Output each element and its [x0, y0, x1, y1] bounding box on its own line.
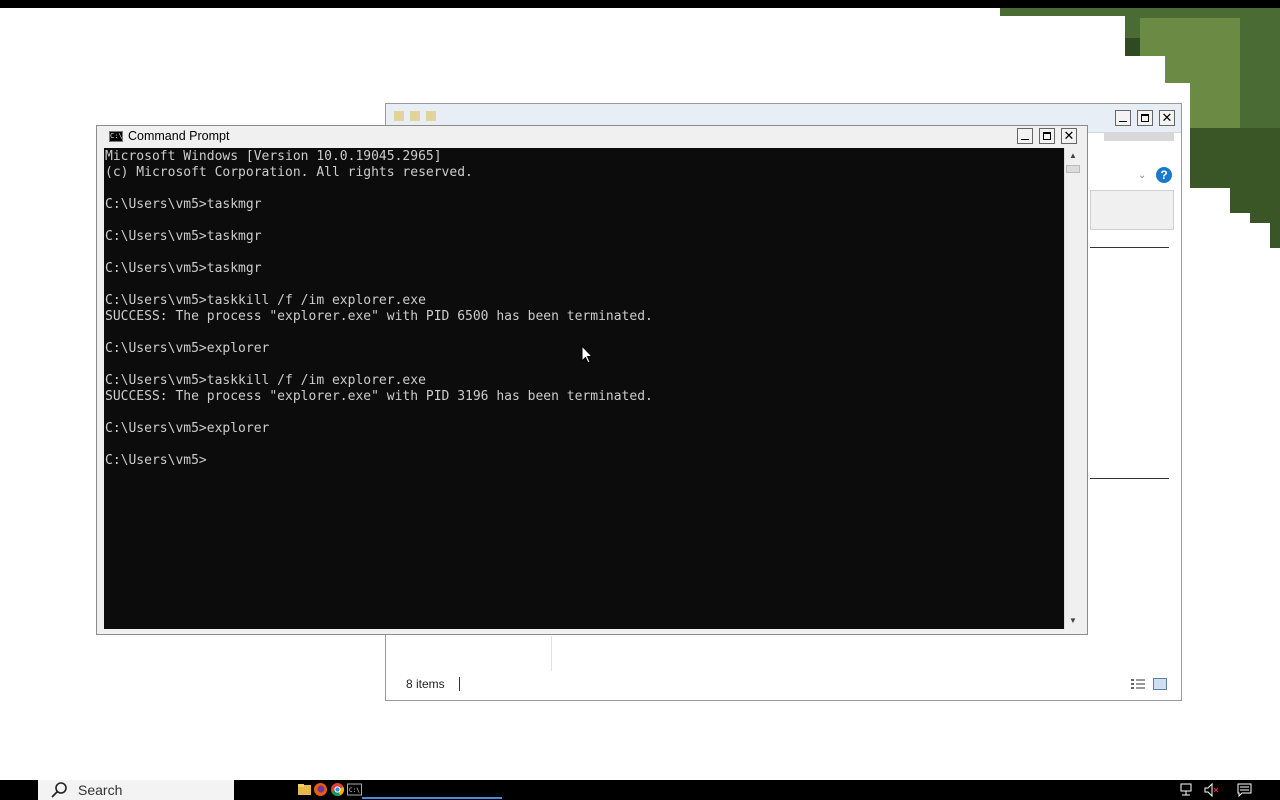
console-text[interactable]: Microsoft Windows [Version 10.0.19045.29… — [104, 148, 1064, 469]
command-prompt-icon[interactable]: C:\ — [347, 782, 362, 797]
explorer-divider — [1090, 247, 1169, 248]
notifications-icon[interactable] — [1237, 783, 1252, 797]
search-label: Search — [78, 782, 123, 798]
cmd-close-button[interactable]: ✕ — [1061, 128, 1077, 144]
firefox-icon[interactable] — [313, 782, 328, 797]
cmd-minimize-button[interactable] — [1017, 128, 1033, 144]
console-line: C:\Users\vm5>taskmgr — [105, 229, 262, 244]
cmd-maximize-button[interactable] — [1039, 128, 1055, 144]
console-line: C:\Users\vm5>explorer — [105, 421, 270, 436]
chevron-down-icon[interactable]: ⌄ — [1138, 170, 1146, 181]
details-view-icon[interactable] — [1131, 679, 1145, 690]
console-line: C:\Users\vm5>taskmgr — [105, 197, 262, 212]
window-title: Command Prompt — [128, 129, 230, 143]
mouse-cursor-icon — [581, 345, 593, 364]
console-line: Microsoft Windows [Version 10.0.19045.29… — [105, 149, 442, 164]
start-button[interactable] — [0, 780, 38, 800]
item-count: 8 items — [406, 677, 445, 691]
network-icon[interactable] — [1180, 783, 1195, 797]
explorer-pane-splitter[interactable] — [551, 636, 552, 671]
explorer-search-box[interactable] — [1090, 190, 1174, 230]
console-line: C:\Users\vm5>taskkill /f /im explorer.ex… — [105, 373, 426, 388]
taskbar-search-box[interactable]: Search — [38, 780, 234, 800]
volume-muted-icon[interactable] — [1204, 783, 1219, 797]
folder-icon — [394, 111, 404, 121]
active-window-indicator — [362, 797, 502, 799]
svg-text:C:\: C:\ — [349, 787, 360, 794]
console-line: C:\Users\vm5>taskmgr — [105, 261, 262, 276]
large-icons-view-icon[interactable] — [1153, 678, 1167, 690]
console-line: C:\Users\vm5> — [105, 453, 207, 468]
explorer-ribbon-tab[interactable] — [1104, 132, 1174, 141]
new-folder-icon — [426, 111, 436, 121]
console-line: (c) Microsoft Corporation. All rights re… — [105, 165, 473, 180]
explorer-status-bar: 8 items — [386, 670, 1181, 700]
console-line: SUCCESS: The process "explorer.exe" with… — [105, 389, 653, 404]
scroll-down-arrow-icon[interactable]: ▼ — [1065, 613, 1081, 629]
cmd-app-icon[interactable]: C:\ — [109, 131, 123, 142]
explorer-quick-access-toolbar — [394, 111, 436, 121]
screen-top-bar — [0, 0, 1280, 8]
explorer-minimize-button[interactable] — [1115, 110, 1131, 126]
console-line: C:\Users\vm5>taskkill /f /im explorer.ex… — [105, 293, 426, 308]
taskbar-spacer — [234, 780, 294, 800]
taskbar: Search C:\ — [0, 780, 1280, 800]
chrome-icon[interactable] — [330, 782, 345, 797]
explorer-maximize-button[interactable] — [1137, 110, 1153, 126]
console-line: SUCCESS: The process "explorer.exe" with… — [105, 309, 653, 324]
console-scrollbar[interactable]: ▲ ▼ — [1064, 148, 1081, 629]
console-output[interactable]: Microsoft Windows [Version 10.0.19045.29… — [104, 148, 1064, 629]
search-icon — [51, 782, 67, 798]
scroll-up-arrow-icon[interactable]: ▲ — [1065, 148, 1081, 164]
status-separator — [459, 677, 460, 691]
properties-icon — [410, 111, 420, 121]
command-prompt-window[interactable]: C:\ Command Prompt ✕ Microsoft Windows [… — [96, 125, 1088, 635]
explorer-divider — [1090, 478, 1169, 479]
help-icon[interactable]: ? — [1156, 167, 1172, 183]
scroll-thumb[interactable] — [1066, 165, 1080, 173]
file-explorer-icon[interactable] — [297, 782, 312, 797]
cmd-titlebar[interactable]: C:\ Command Prompt ✕ — [97, 126, 1087, 148]
explorer-close-button[interactable]: ✕ — [1159, 110, 1175, 126]
